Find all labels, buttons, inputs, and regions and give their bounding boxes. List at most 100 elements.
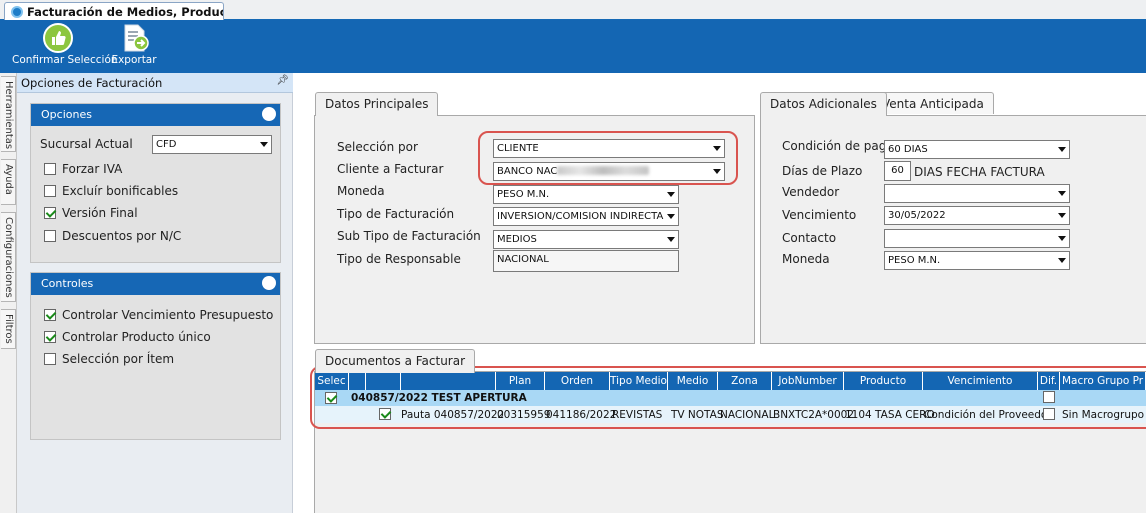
tab-documentos-facturar[interactable]: Documentos a Facturar (315, 349, 476, 373)
highlight-box (478, 131, 738, 185)
field-value: 30/05/2022 (888, 210, 946, 221)
field-value: PESO M.N. (497, 189, 550, 200)
opciones-group: Opciones Sucursal Actual CFD Forzar IVA … (30, 103, 281, 263)
sub-tipo-facturacion-select[interactable]: MEDIOS (493, 230, 679, 249)
field-label: Vencimiento (782, 208, 857, 222)
sucursal-select[interactable]: CFD (152, 135, 272, 154)
checkbox[interactable] (44, 353, 56, 365)
document-tab[interactable]: Facturación de Medios, Producci... (4, 2, 224, 21)
chevron-down-icon (1058, 213, 1066, 218)
dias-plazo-input[interactable]: 60 (884, 161, 911, 181)
side-panel: Opciones de Facturación 📌︎ Opciones Sucu… (17, 73, 293, 513)
checkbox[interactable] (44, 207, 56, 219)
app-icon (11, 6, 23, 18)
field-label: Moneda (337, 184, 385, 198)
tab-label: Documentos a Facturar (325, 354, 466, 368)
field-label: Tipo de Facturación (337, 207, 455, 221)
field-value: 60 (891, 165, 904, 176)
check-excluir-bonificables[interactable]: Excluír bonificables (44, 184, 178, 198)
side-panel-title: Opciones de Facturación (21, 76, 163, 90)
field-label: Selección por (337, 140, 418, 154)
collapse-icon[interactable] (262, 107, 276, 121)
export-icon (124, 24, 149, 52)
check-version-final[interactable]: Versión Final (44, 206, 138, 220)
check-label: Descuentos por N/C (62, 229, 182, 243)
check-control-vencimiento[interactable]: Controlar Vencimiento Presupuesto (44, 308, 273, 322)
confirm-selection-label: Confirmar Selección (12, 54, 118, 66)
contacto-select[interactable] (884, 229, 1070, 248)
moneda-adicional-select[interactable]: PESO M.N. (884, 251, 1070, 270)
tab-datos-adicionales[interactable]: Datos Adicionales (760, 92, 887, 116)
document-tab-title: Facturación de Medios, Producci... (27, 5, 223, 19)
tab-datos-principales[interactable]: Datos Principales (315, 92, 439, 116)
sucursal-label: Sucursal Actual (40, 137, 133, 151)
vendedor-select[interactable] (884, 184, 1070, 203)
field-label: Tipo de Responsable (337, 252, 461, 266)
vencimiento-select[interactable]: 30/05/2022 (884, 206, 1070, 225)
ribbon-toolbar: Confirmar Selección Exportar (0, 20, 1146, 73)
opciones-title: Opciones (41, 108, 92, 121)
checkbox[interactable] (44, 309, 56, 321)
field-label: Cliente a Facturar (337, 162, 444, 176)
check-control-producto[interactable]: Controlar Producto único (44, 330, 211, 344)
field-label: Condición de pago (782, 139, 894, 153)
controles-group: Controles Controlar Vencimiento Presupue… (30, 272, 281, 440)
check-seleccion-item[interactable]: Selección por Ítem (44, 352, 174, 366)
field-value: PESO M.N. (888, 255, 941, 266)
controles-header: Controles (31, 273, 280, 295)
chevron-down-icon (1058, 258, 1066, 263)
export-label: Exportar (111, 54, 157, 66)
tipo-responsable-field: NACIONAL (493, 250, 679, 272)
tab-herramientas[interactable]: Herramientas (1, 76, 16, 152)
tab-venta-anticipada[interactable]: Venta Anticipada (872, 92, 994, 114)
controles-title: Controles (41, 277, 94, 290)
check-label: Versión Final (62, 206, 138, 220)
opciones-header: Opciones (31, 104, 280, 126)
chevron-down-icon (260, 142, 268, 147)
chevron-down-icon (1058, 236, 1066, 241)
check-descuentos-nc[interactable]: Descuentos por N/C (44, 229, 181, 243)
field-value: MEDIOS (497, 234, 537, 245)
check-label: Selección por Ítem (62, 352, 175, 366)
tab-configuraciones[interactable]: Configuraciones (1, 212, 16, 302)
moneda-select[interactable]: PESO M.N. (493, 185, 679, 204)
tab-label: Venta Anticipada (882, 97, 984, 111)
chevron-down-icon (667, 237, 675, 242)
dias-plazo-suffix: DIAS FECHA FACTURA (914, 165, 1045, 179)
tab-herramientas-label: Herramientas (3, 81, 14, 150)
tab-label: Datos Adicionales (770, 97, 877, 111)
sucursal-value: CFD (156, 139, 177, 150)
field-value: NACIONAL (497, 254, 549, 265)
chevron-down-icon (667, 192, 675, 197)
left-tab-strip: Herramientas Ayuda Configuraciones Filtr… (0, 73, 17, 513)
field-label: Moneda (782, 252, 830, 266)
tipo-facturacion-select[interactable]: INVERSION/COMISION INDIRECTA (493, 207, 679, 226)
check-forzar-iva[interactable]: Forzar IVA (44, 162, 122, 176)
tab-filtros[interactable]: Filtros (1, 309, 16, 349)
thumbs-up-icon (43, 23, 73, 53)
check-label: Excluír bonificables (62, 184, 179, 198)
field-label: Días de Plazo (782, 164, 863, 178)
checkbox[interactable] (44, 230, 56, 242)
check-label: Controlar Producto único (62, 330, 211, 344)
field-label: Sub Tipo de Facturación (337, 229, 481, 243)
confirm-selection-button[interactable]: Confirmar Selección (12, 22, 118, 66)
tab-filtros-label: Filtros (3, 314, 14, 344)
collapse-icon[interactable] (262, 276, 276, 290)
checkbox[interactable] (44, 163, 56, 175)
tab-ayuda-label: Ayuda (3, 164, 14, 195)
check-label: Forzar IVA (62, 162, 123, 176)
side-panel-header: Opciones de Facturación 📌︎ (17, 73, 293, 93)
pin-icon[interactable]: 📌︎ (276, 75, 289, 86)
field-label: Vendedor (782, 185, 840, 199)
tab-ayuda[interactable]: Ayuda (1, 159, 16, 205)
field-label: Contacto (782, 231, 837, 245)
export-button[interactable]: Exportar (110, 22, 158, 66)
highlight-box (310, 366, 1146, 429)
chevron-down-icon (1058, 191, 1066, 196)
checkbox[interactable] (44, 185, 56, 197)
tab-configuraciones-label: Configuraciones (3, 217, 14, 298)
condicion-pago-select[interactable]: 60 DIAS (884, 140, 1070, 159)
checkbox[interactable] (44, 331, 56, 343)
chevron-down-icon (667, 214, 675, 219)
